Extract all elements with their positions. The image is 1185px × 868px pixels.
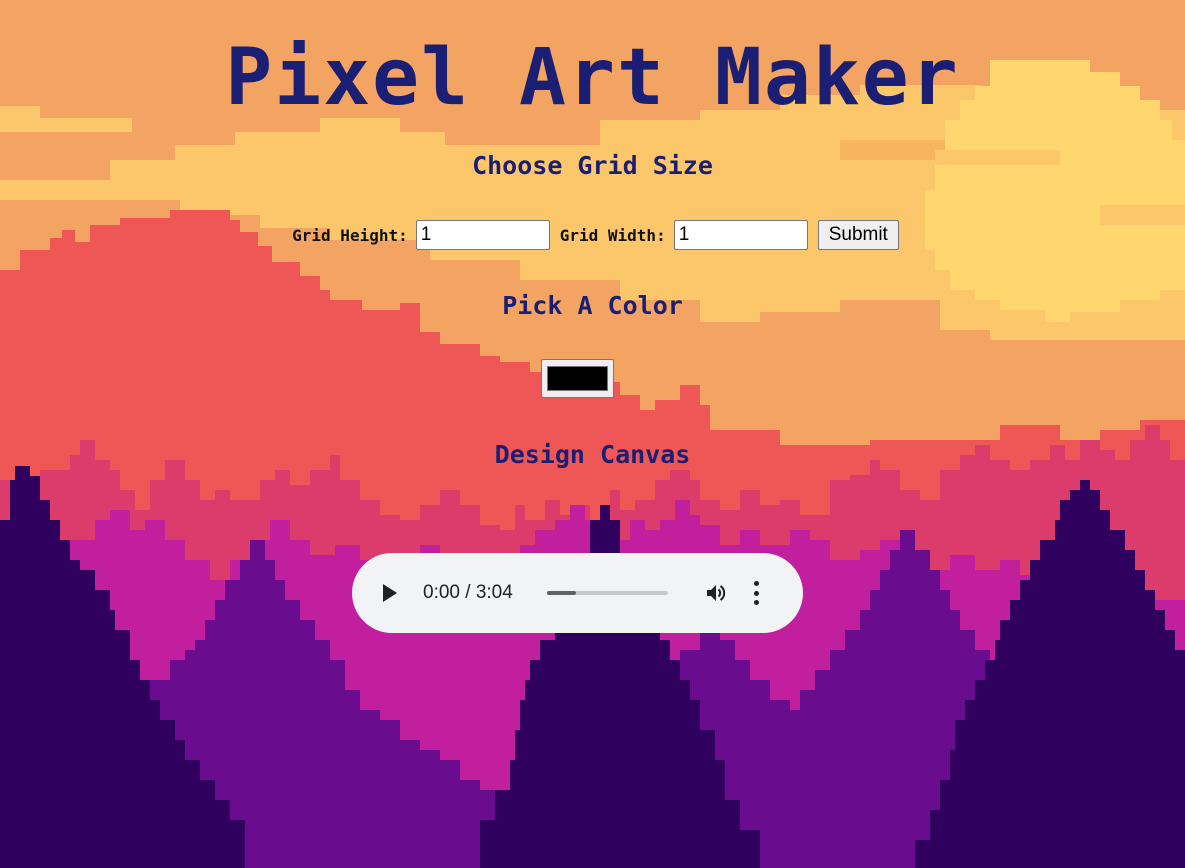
grid-size-heading: Choose Grid Size [472,151,713,180]
submit-button[interactable]: Submit [817,220,899,250]
volume-icon[interactable] [704,581,728,605]
page-title: Pixel Art Maker [225,33,960,123]
grid-height-input[interactable] [415,220,550,250]
audio-progress-bar[interactable] [547,591,668,595]
grid-size-form: Grid Height: Grid Width: Submit [0,219,1185,251]
audio-time: 0:00 / 3:04 [423,582,513,603]
page-content: Pixel Art Maker Choose Grid Size Grid He… [0,0,1185,868]
audio-player: 0:00 / 3:04 [352,553,803,633]
audio-progress-fill [547,591,577,595]
grid-width-label: Grid Width: [559,225,666,245]
design-canvas-heading: Design Canvas [494,440,691,469]
more-options-icon[interactable] [752,581,760,605]
grid-width-input[interactable] [673,220,808,250]
grid-height-label: Grid Height: [292,225,408,245]
pick-color-heading: Pick A Color [502,291,683,320]
color-swatch [547,366,608,391]
color-picker[interactable] [541,359,614,398]
play-icon[interactable] [382,582,404,604]
